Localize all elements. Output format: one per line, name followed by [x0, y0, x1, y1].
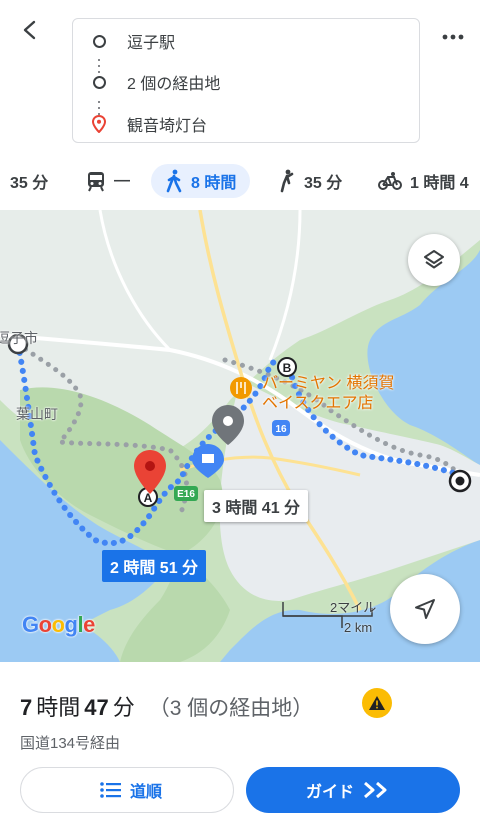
- double-chevron-icon: [364, 781, 387, 799]
- bicycle-icon: [378, 172, 402, 190]
- transit-icon: [88, 172, 104, 192]
- origin-field[interactable]: 逗子駅: [73, 26, 419, 56]
- layers-button[interactable]: [408, 234, 460, 286]
- destination-marker-dot: [455, 476, 465, 486]
- waypoints-label: 2 個の経由地: [127, 76, 221, 93]
- summary-minutes: 47: [84, 695, 109, 720]
- summary-hours: 7: [20, 695, 33, 720]
- steps-button[interactable]: 道順: [20, 767, 234, 813]
- destination-field[interactable]: 観音埼灯台: [73, 109, 419, 139]
- route-editor: 逗子駅 2 個の経由地 観音埼灯台: [72, 18, 420, 143]
- destination-pin-icon: [91, 115, 107, 133]
- hayama-town-label: 葉山町: [16, 406, 58, 422]
- layers-icon: [424, 250, 444, 269]
- tab-walk[interactable]: 8 時間: [151, 164, 251, 198]
- waypoint-circle-icon: [91, 74, 107, 90]
- google-logo: Google: [22, 612, 95, 637]
- scale-miles: 2マイル: [330, 600, 377, 615]
- guide-button[interactable]: ガイド: [246, 767, 460, 813]
- more-horizontal-icon: [442, 34, 464, 40]
- summary-waypoints-note: （3 個の経由地）: [148, 697, 314, 720]
- rideshare-icon: [280, 169, 294, 193]
- tab-rideshare[interactable]: 35 分: [276, 164, 342, 198]
- route-16-text: 16: [275, 424, 287, 435]
- scale-km: 2 km: [344, 620, 373, 635]
- alt-route-time-label[interactable]: 3 時間 41 分: [204, 490, 309, 522]
- back-button[interactable]: [14, 14, 46, 46]
- map-view[interactable]: A B 16 E16 逗子市 葉山町 バーミヤン 横須賀 ベイスクエア店 3 時…: [0, 210, 480, 662]
- origin-circle-icon: [91, 33, 107, 49]
- route-via-text: 国道134号経由: [20, 735, 121, 752]
- warning-icon[interactable]: [362, 688, 392, 718]
- tab-bicycle[interactable]: 1 時間 4: [378, 164, 469, 198]
- navigation-arrow-icon: [415, 599, 435, 619]
- tab-transit[interactable]: —: [86, 164, 130, 198]
- summary-minutes-unit: 分: [112, 695, 135, 720]
- my-location-button[interactable]: [390, 574, 460, 644]
- waypoint-a-text: A: [144, 491, 153, 505]
- route-summary: 7 時間 47 分 （3 個の経由地）: [20, 690, 313, 722]
- route-e16-text: E16: [177, 489, 195, 500]
- destination-label: 観音埼灯台: [127, 118, 208, 135]
- travel-mode-tabs: 35 分 — 8 時間 35 分 1 時間 4: [0, 160, 480, 204]
- waypoint-b-text: B: [283, 361, 292, 375]
- more-options-button[interactable]: [438, 22, 468, 52]
- list-icon: [100, 782, 121, 798]
- steps-button-label: 道順: [129, 784, 162, 801]
- car-icon: [0, 171, 2, 191]
- primary-route-time-label[interactable]: 2 時間 51 分: [102, 550, 207, 582]
- poi-label-text: バーミヤン 横須賀 ベイスクエア店: [262, 375, 395, 412]
- summary-hours-unit: 時間: [36, 695, 81, 720]
- poi-restaurant-label[interactable]: バーミヤン 横須賀 ベイスクエア店: [262, 374, 394, 414]
- tab-drive[interactable]: 35 分: [0, 164, 48, 198]
- zushi-city-label: 逗子市: [0, 330, 38, 346]
- waypoints-field[interactable]: 2 個の経由地: [73, 67, 419, 97]
- guide-button-label: ガイド: [305, 784, 354, 801]
- walk-icon: [166, 169, 182, 193]
- back-arrow-icon: [23, 20, 36, 40]
- origin-label: 逗子駅: [127, 35, 176, 52]
